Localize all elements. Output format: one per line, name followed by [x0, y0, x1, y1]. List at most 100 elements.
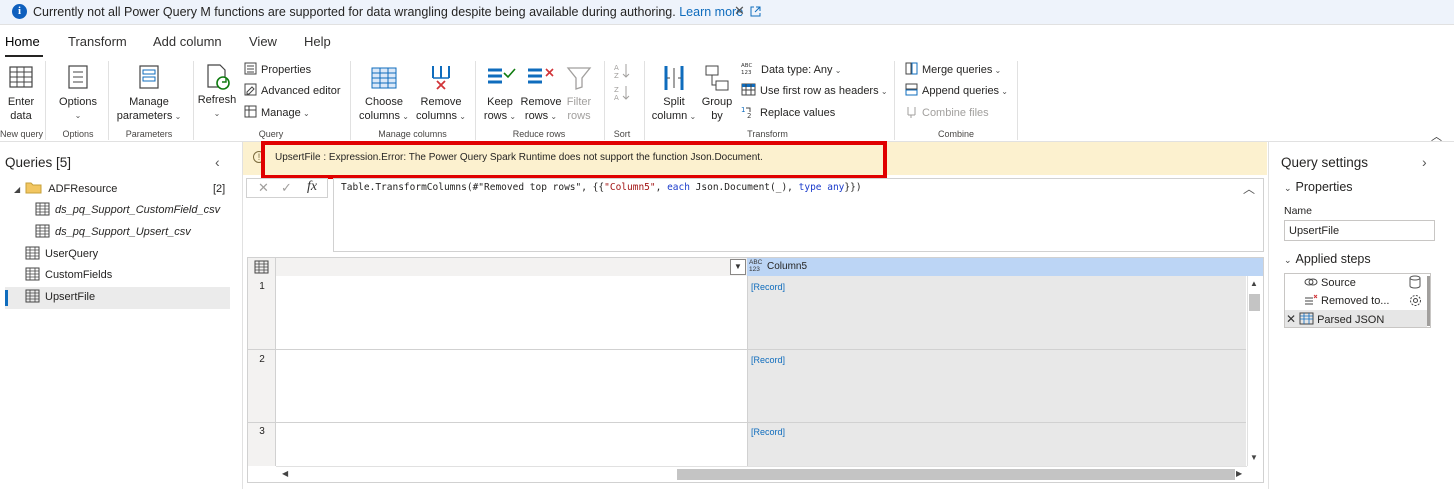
refresh-icon [207, 64, 230, 90]
data-type-icon: ABC123 [741, 63, 752, 75]
properties-label: Properties [261, 64, 312, 76]
enter-data-button[interactable]: Enter data [0, 62, 42, 126]
collapse-formula-icon[interactable]: ︿ [1243, 180, 1255, 197]
scroll-right-icon[interactable]: ▶ [1236, 469, 1242, 478]
collapse-triangle-icon[interactable]: ◢ [14, 185, 20, 194]
chevron-down-icon: ⌄ [172, 112, 182, 121]
external-link-icon[interactable] [750, 6, 761, 17]
chevron-down-icon[interactable]: ⌄ [1284, 255, 1292, 265]
group-label-query: Query [258, 129, 284, 139]
record-link[interactable]: [Record] [751, 355, 785, 365]
step-removed-top-rows[interactable]: Removed to... [1304, 292, 1426, 310]
record-link[interactable]: [Record] [751, 282, 785, 292]
split-column-button[interactable]: Split column ⌄ [650, 62, 698, 126]
data-type-label: Data type: Any [761, 64, 833, 76]
svg-text:123: 123 [741, 70, 752, 75]
record-link[interactable]: [Record] [751, 427, 785, 437]
query-name-input[interactable] [1284, 220, 1435, 241]
cancel-icon[interactable]: ✕ [258, 180, 269, 196]
chevron-down-icon[interactable]: ⌄ [1284, 183, 1292, 193]
query-item-userquery[interactable]: UserQuery [25, 244, 98, 265]
choose-columns-button[interactable]: Choose columns ⌄ [356, 62, 412, 126]
formula-text[interactable]: Table.TransformColumns(#"Removed top row… [341, 182, 862, 193]
sort-ascending-button[interactable]: AZ [613, 62, 633, 80]
step-parsed-json[interactable]: ✕ Parsed JSON [1286, 310, 1426, 328]
query-item-customfields[interactable]: CustomFields [25, 265, 112, 286]
table-menu-icon[interactable] [254, 260, 269, 274]
ribbon-separator [894, 61, 895, 140]
formula-sep: , {{ [581, 182, 605, 193]
steps-scrollbar[interactable] [1427, 276, 1430, 326]
append-queries-button[interactable]: Append queries ⌄ [905, 83, 1008, 99]
grid-corner[interactable] [248, 258, 276, 276]
close-icon[interactable]: ✕ [734, 3, 745, 19]
parameters-icon [139, 65, 159, 89]
remove-columns-button[interactable]: Remove columns ⌄ [413, 62, 469, 126]
step-source[interactable]: Source [1304, 274, 1426, 292]
advanced-editor-button[interactable]: Advanced editor [244, 83, 341, 99]
table-icon [1299, 312, 1314, 325]
filter-icon [566, 67, 592, 90]
tab-add-column[interactable]: Add column [153, 34, 222, 49]
step-label: Source [1321, 277, 1356, 289]
chevron-down-icon: ⌄ [74, 111, 82, 120]
column-header-column5[interactable]: ABC 123 Column5 [747, 258, 1263, 276]
table-icon [35, 224, 50, 238]
remove-columns-label-2: columns [416, 110, 458, 122]
column5-cells [747, 276, 1246, 466]
chevron-right-icon[interactable]: › [1422, 154, 1427, 170]
scroll-up-icon[interactable]: ▲ [1250, 279, 1258, 288]
properties-section[interactable]: ⌄ Properties [1284, 180, 1353, 194]
options-button[interactable]: Options ⌄ [55, 62, 101, 126]
pane-divider[interactable] [242, 142, 243, 489]
ribbon-separator [350, 61, 351, 140]
merge-queries-button[interactable]: Merge queries ⌄ [905, 62, 1001, 78]
keep-rows-button[interactable]: Keep rows ⌄ [480, 62, 520, 126]
applied-steps-section[interactable]: ⌄ Applied steps [1284, 252, 1371, 266]
query-item-upsert-csv[interactable]: ds_pq_Support_Upsert_csv [35, 222, 191, 243]
tab-transform[interactable]: Transform [68, 34, 127, 49]
tab-view[interactable]: View [249, 34, 277, 49]
combine-files-button[interactable]: Combine files [905, 105, 989, 121]
column-filter-dropdown[interactable]: ▼ [730, 259, 746, 275]
manage-label: Manage [261, 107, 301, 119]
checkmark-icon[interactable]: ✓ [281, 180, 292, 196]
manage-button[interactable]: Manage ⌄ [244, 105, 310, 121]
filter-rows-button[interactable]: Filter rows [562, 62, 596, 126]
svg-text:ABC: ABC [741, 63, 752, 69]
choose-columns-label-2: columns [359, 110, 401, 122]
query-item-customfield-csv[interactable]: ds_pq_Support_CustomField_csv [35, 200, 220, 221]
replace-values-button[interactable]: 1 2 Replace values [741, 105, 835, 121]
scroll-left-icon[interactable]: ◀ [282, 469, 288, 478]
tab-help[interactable]: Help [304, 34, 331, 49]
pane-divider[interactable] [1268, 142, 1269, 489]
refresh-button[interactable]: Refresh ⌄ [196, 62, 238, 126]
info-message: Currently not all Power Query M function… [33, 5, 761, 19]
vertical-scroll-thumb[interactable] [1249, 294, 1260, 311]
choose-columns-icon [371, 67, 397, 89]
svg-text:Z: Z [614, 86, 619, 94]
query-item-label: CustomFields [45, 269, 113, 281]
delete-step-icon[interactable]: ✕ [1286, 312, 1296, 326]
query-item-label: UpsertFile [45, 291, 96, 303]
gear-icon[interactable] [1409, 294, 1422, 307]
group-by-label-2: by [711, 110, 723, 122]
database-settings-icon[interactable] [1409, 275, 1422, 289]
active-tab-indicator [5, 55, 43, 57]
remove-rows-button[interactable]: Remove rows ⌄ [520, 62, 562, 126]
properties-button[interactable]: Properties [244, 62, 311, 78]
sort-descending-button[interactable]: ZA [613, 84, 633, 102]
horizontal-scroll-thumb[interactable] [677, 469, 1235, 480]
chevron-left-icon[interactable]: ‹ [215, 154, 220, 170]
folder-adfresource[interactable]: ◢ ADFResource [2] [14, 179, 229, 200]
scroll-down-icon[interactable]: ▼ [1250, 453, 1258, 462]
table-icon [35, 202, 50, 216]
collapse-ribbon-icon[interactable]: ︿ [1431, 128, 1442, 144]
query-item-upsertfile[interactable]: UpsertFile [25, 287, 95, 308]
manage-parameters-button[interactable]: Manage parameters ⌄ [112, 62, 186, 126]
type-badge[interactable]: ABC 123 [749, 259, 762, 273]
data-type-dropdown[interactable]: ABC 123 Data type: Any ⌄ [741, 62, 841, 78]
group-by-button[interactable]: Group by [699, 62, 735, 126]
tab-home[interactable]: Home [5, 34, 40, 49]
use-first-row-button[interactable]: Use first row as headers ⌄ [741, 83, 888, 99]
